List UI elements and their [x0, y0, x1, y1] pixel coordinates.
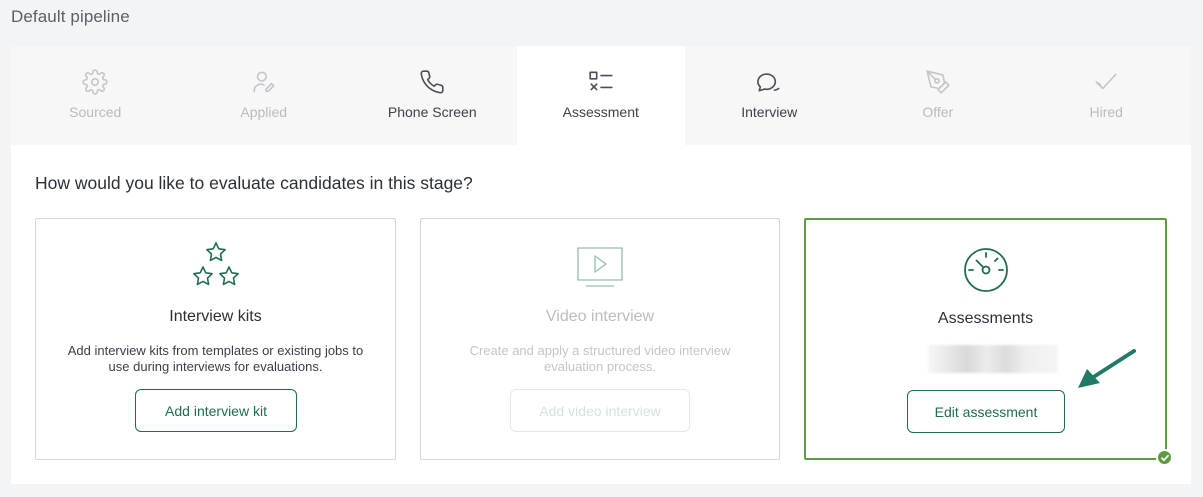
- card-title: Assessments: [937, 310, 1034, 327]
- tab-assessment[interactable]: Assessment: [516, 46, 685, 145]
- tab-applied[interactable]: Applied: [180, 46, 349, 145]
- card-title: Video interview: [545, 308, 655, 325]
- checkmark-icon: [1092, 68, 1120, 96]
- assessments-card[interactable]: Assessments Edit assessment: [804, 218, 1167, 460]
- annotation-arrow-icon: [1078, 349, 1136, 388]
- page-title: Default pipeline: [11, 7, 130, 26]
- panel-question: How would you like to evaluate candidate…: [35, 173, 473, 193]
- card-description: Add interview kits from templates or exi…: [67, 343, 364, 374]
- tab-label: Applied: [240, 104, 288, 120]
- checklist-icon: [587, 68, 615, 96]
- tab-hired[interactable]: Hired: [1022, 46, 1191, 145]
- tab-sourced[interactable]: Sourced: [11, 46, 180, 145]
- tab-label: Sourced: [69, 104, 122, 120]
- add-interview-kit-button[interactable]: Add interview kit: [135, 389, 297, 432]
- selected-check-icon: [1156, 449, 1173, 466]
- gauge-icon: [806, 246, 1165, 294]
- phone-icon: [418, 68, 446, 96]
- edit-assessment-button[interactable]: Edit assessment: [907, 390, 1065, 433]
- add-video-interview-button: Add video interview: [510, 389, 690, 432]
- tab-label: Phone Screen: [387, 104, 477, 120]
- tab-label: Interview: [741, 104, 798, 120]
- video-play-icon: [421, 246, 779, 288]
- card-description: Create and apply a structured video inte…: [469, 343, 731, 374]
- tab-label: Offer: [922, 104, 954, 120]
- gear-icon: [81, 68, 109, 96]
- evaluation-panel: How would you like to evaluate candidate…: [11, 145, 1191, 484]
- user-edit-icon: [250, 68, 278, 96]
- pen-nib-icon: [924, 68, 952, 96]
- stage-tabs: Sourced Applied Phone Screen Assessment: [11, 46, 1191, 145]
- card-title: Interview kits: [169, 308, 262, 325]
- tab-label: Assessment: [562, 104, 639, 120]
- tab-label: Hired: [1089, 104, 1123, 120]
- interview-kits-card[interactable]: Interview kits Add interview kits from t…: [35, 218, 396, 460]
- video-interview-card: Video interview Create and apply a struc…: [420, 218, 780, 460]
- stars-icon: [36, 240, 395, 292]
- tab-offer[interactable]: Offer: [854, 46, 1023, 145]
- redacted-text: [928, 345, 1058, 373]
- tab-phone-screen[interactable]: Phone Screen: [348, 46, 517, 145]
- chat-bubbles-icon: [755, 68, 783, 96]
- tab-interview[interactable]: Interview: [685, 46, 854, 145]
